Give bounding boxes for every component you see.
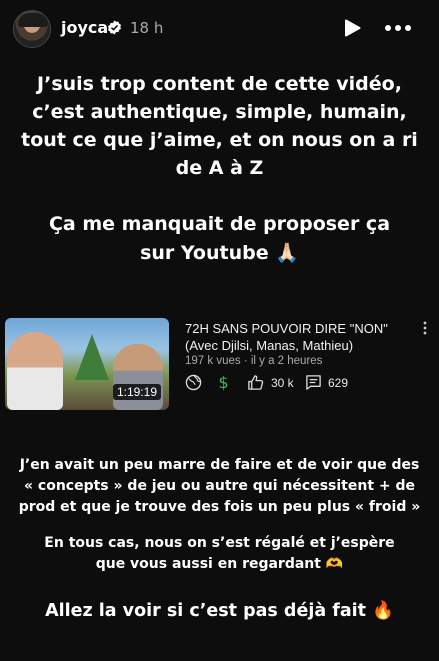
comment-count: 629 (328, 376, 349, 390)
video-duration: 1:19:19 (112, 384, 161, 400)
kebab-menu-icon[interactable] (419, 320, 431, 336)
video-title[interactable]: 72H SANS POUVOIR DIRE "NON" (Avec Djilsi… (185, 320, 417, 354)
avatar[interactable] (13, 10, 51, 48)
comment-icon[interactable] (305, 374, 322, 391)
thumbs-up-icon[interactable] (247, 374, 264, 391)
youtube-video-card[interactable]: 1:19:19 72H SANS POUVOIR DIRE "NON" (Ave… (5, 318, 434, 413)
more-options-icon[interactable] (383, 17, 413, 39)
post-time: 18 h (130, 19, 164, 37)
username[interactable]: joyca (61, 18, 108, 37)
svg-text:$: $ (218, 374, 228, 391)
story-text-paragraph: J’suis trop content de cette vidéo, c’es… (21, 73, 418, 179)
story-header: joyca 18 h (0, 0, 439, 58)
verified-badge-icon (108, 20, 121, 35)
globe-icon (185, 374, 202, 391)
video-actions: $ 30 k 629 (185, 374, 425, 394)
story-text-paragraph: J’en avait un peu marre de faire et de v… (18, 457, 421, 515)
story-text-paragraph: En tous cas, nous on s’est régalé et j’e… (44, 535, 395, 572)
story-text-paragraph: Ça me manquait de proposer ça sur Youtub… (48, 213, 391, 264)
dollar-icon: $ (218, 374, 228, 391)
play-icon[interactable] (341, 17, 363, 39)
video-meta: 197 k vues · il y a 2 heures (185, 355, 323, 367)
video-thumbnail[interactable]: 1:19:19 (5, 318, 169, 410)
like-count: 30 k (271, 376, 294, 390)
story-text-paragraph: Allez la voir si c’est pas déjà fait 🔥 (45, 601, 394, 621)
